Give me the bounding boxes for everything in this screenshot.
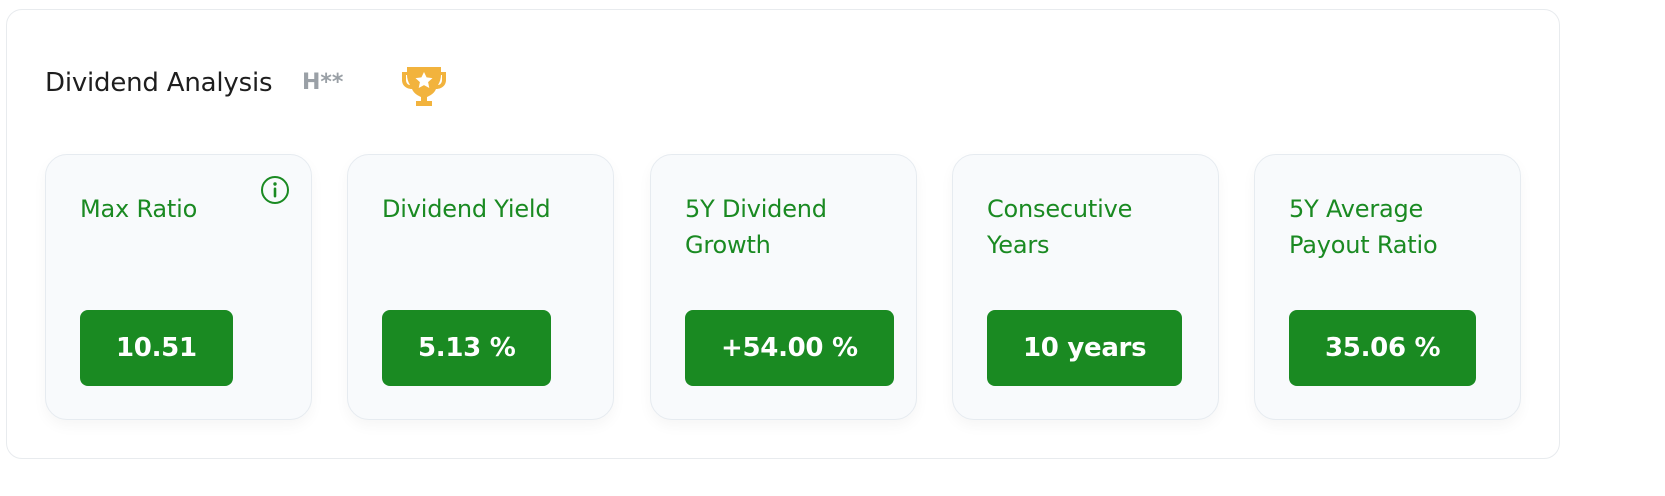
card-label: Dividend Yield (382, 195, 551, 223)
card-value-badge: 10 years (987, 310, 1183, 386)
card-consecutive-years: Consecutive Years 10 years (952, 154, 1219, 420)
card-label: Max Ratio (80, 195, 198, 223)
card-value-badge: 10.51 (80, 310, 233, 386)
info-icon[interactable] (260, 175, 290, 205)
card-label: Consecutive Years (987, 195, 1133, 259)
card-value-badge: +54.00 % (685, 310, 894, 386)
card-value-badge: 5.13 % (382, 310, 552, 386)
card-max-ratio: Max Ratio 10.51 (45, 154, 312, 420)
card-5y-dividend-growth: 5Y Dividend Growth +54.00 % (650, 154, 917, 420)
card-label: 5Y Average Payout Ratio (1289, 195, 1438, 259)
card-5y-average-payout-ratio: 5Y Average Payout Ratio 35.06 % (1254, 154, 1521, 420)
section-title: Dividend Analysis (45, 68, 273, 98)
trophy-icon (402, 67, 446, 106)
ticker-symbol: H** (302, 70, 344, 95)
card-value-badge: 35.06 % (1289, 310, 1477, 386)
card-label: 5Y Dividend Growth (685, 195, 827, 259)
card-dividend-yield: Dividend Yield 5.13 % (347, 154, 614, 420)
